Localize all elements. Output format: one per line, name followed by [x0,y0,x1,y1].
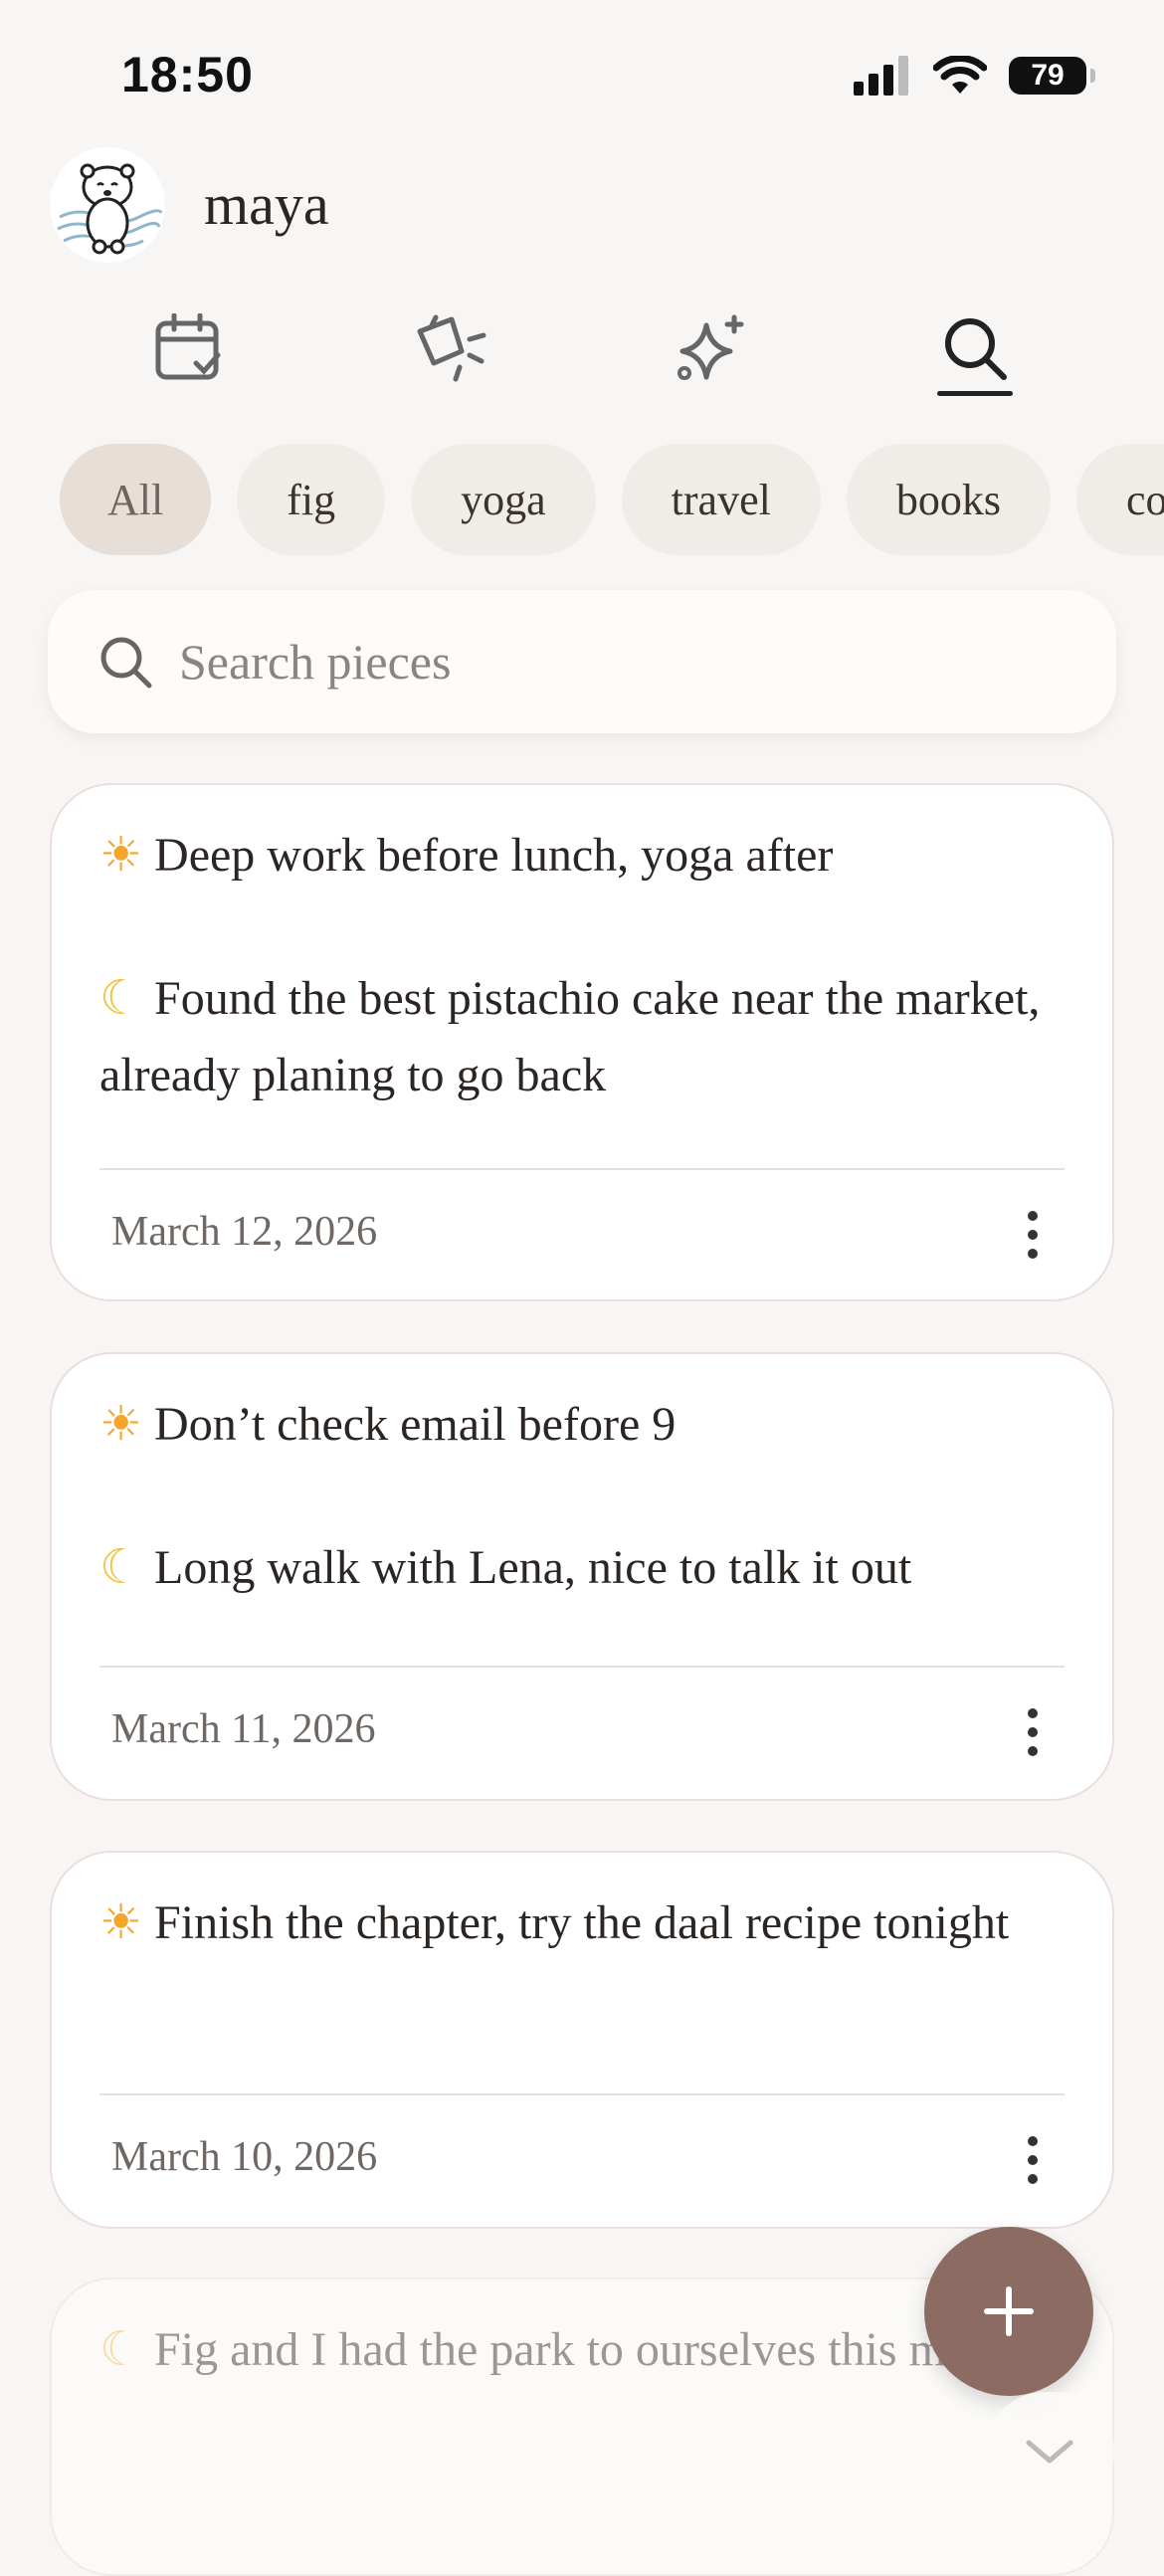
scroll-down-button[interactable] [985,2392,1114,2511]
signal-icon [854,56,908,96]
entry-evening-text: Long walk with Lena, nice to talk it out [154,1541,912,1594]
nav-tabs [0,298,1164,408]
moon-icon: ☾ [99,970,143,1026]
tab-calendar[interactable] [138,298,238,398]
broom-sparkle-icon [417,314,486,382]
entry-morning: ☀ Finish the chapter, try the daal recip… [99,1884,1072,1961]
more-options-icon[interactable] [1025,1211,1041,1259]
add-entry-button[interactable] [924,2227,1093,2396]
status-time: 18:50 [121,47,254,102]
entry-date: March 11, 2026 [111,1706,376,1752]
search-icon [945,318,1007,380]
chip-all[interactable]: All [60,444,212,555]
status-icons: 79 [854,56,1095,96]
entry-evening: ☾ Found the best pistachio cake near the… [99,960,1072,1113]
moon-icon: ☾ [99,2321,143,2377]
entry-date: March 10, 2026 [111,2134,378,2180]
entry-evening-text: Found the best pistachio cake near the m… [99,972,1041,1101]
calendar-check-icon [155,313,221,380]
entry-card[interactable]: ☀ Deep work before lunch, yoga after ☾ F… [50,783,1114,1301]
chip-fig[interactable]: fig [237,444,386,555]
entry-morning: ☀ Don’t check email before 9 [99,1386,1072,1463]
search-icon [96,632,155,692]
chevron-down-icon [1026,2440,1073,2464]
active-tab-indicator [937,391,1013,396]
plus-icon [984,2286,1034,2336]
moon-icon: ☾ [99,1539,143,1595]
divider [99,2093,1065,2095]
search-input[interactable] [177,632,977,692]
divider [99,1666,1065,1668]
battery-indicator: 79 [1009,57,1095,95]
entry-evening: ☾ Long walk with Lena, nice to talk it o… [99,1529,1072,1606]
entry-card[interactable]: ☀ Finish the chapter, try the daal recip… [50,1851,1114,2229]
entry-card[interactable]: ☀ Don’t check email before 9 ☾ Long walk… [50,1352,1114,1801]
sun-icon: ☀ [99,827,143,883]
tab-sparkles[interactable] [662,298,761,398]
sun-icon: ☀ [99,1894,143,1950]
chip-yoga[interactable]: yoga [411,444,596,555]
tab-broom[interactable] [400,298,499,398]
entry-morning-text: Deep work before lunch, yoga after [154,829,834,882]
avatar[interactable] [50,147,165,263]
entry-morning-text: Don’t check email before 9 [154,1398,677,1451]
entry-morning-text: Finish the chapter, try the daal recipe … [154,1896,1010,1949]
entry-date: March 12, 2026 [111,1209,378,1255]
chip-books[interactable]: books [846,444,1051,555]
username: maya [204,172,329,237]
entry-morning: ☀ Deep work before lunch, yoga after [99,817,1072,893]
more-options-icon[interactable] [1025,2136,1041,2184]
tab-search[interactable] [925,298,1025,398]
filter-chips: All fig yoga travel books co [60,444,1164,555]
wifi-icon [933,56,987,94]
sun-icon: ☀ [99,1396,143,1452]
more-options-icon[interactable] [1025,1708,1041,1756]
chip-travel[interactable]: travel [621,444,821,555]
chip-co[interactable]: co [1075,444,1164,555]
search-bar[interactable] [48,590,1116,733]
divider [99,1168,1065,1170]
sparkles-icon [678,314,744,380]
otter-avatar-icon [57,163,163,255]
